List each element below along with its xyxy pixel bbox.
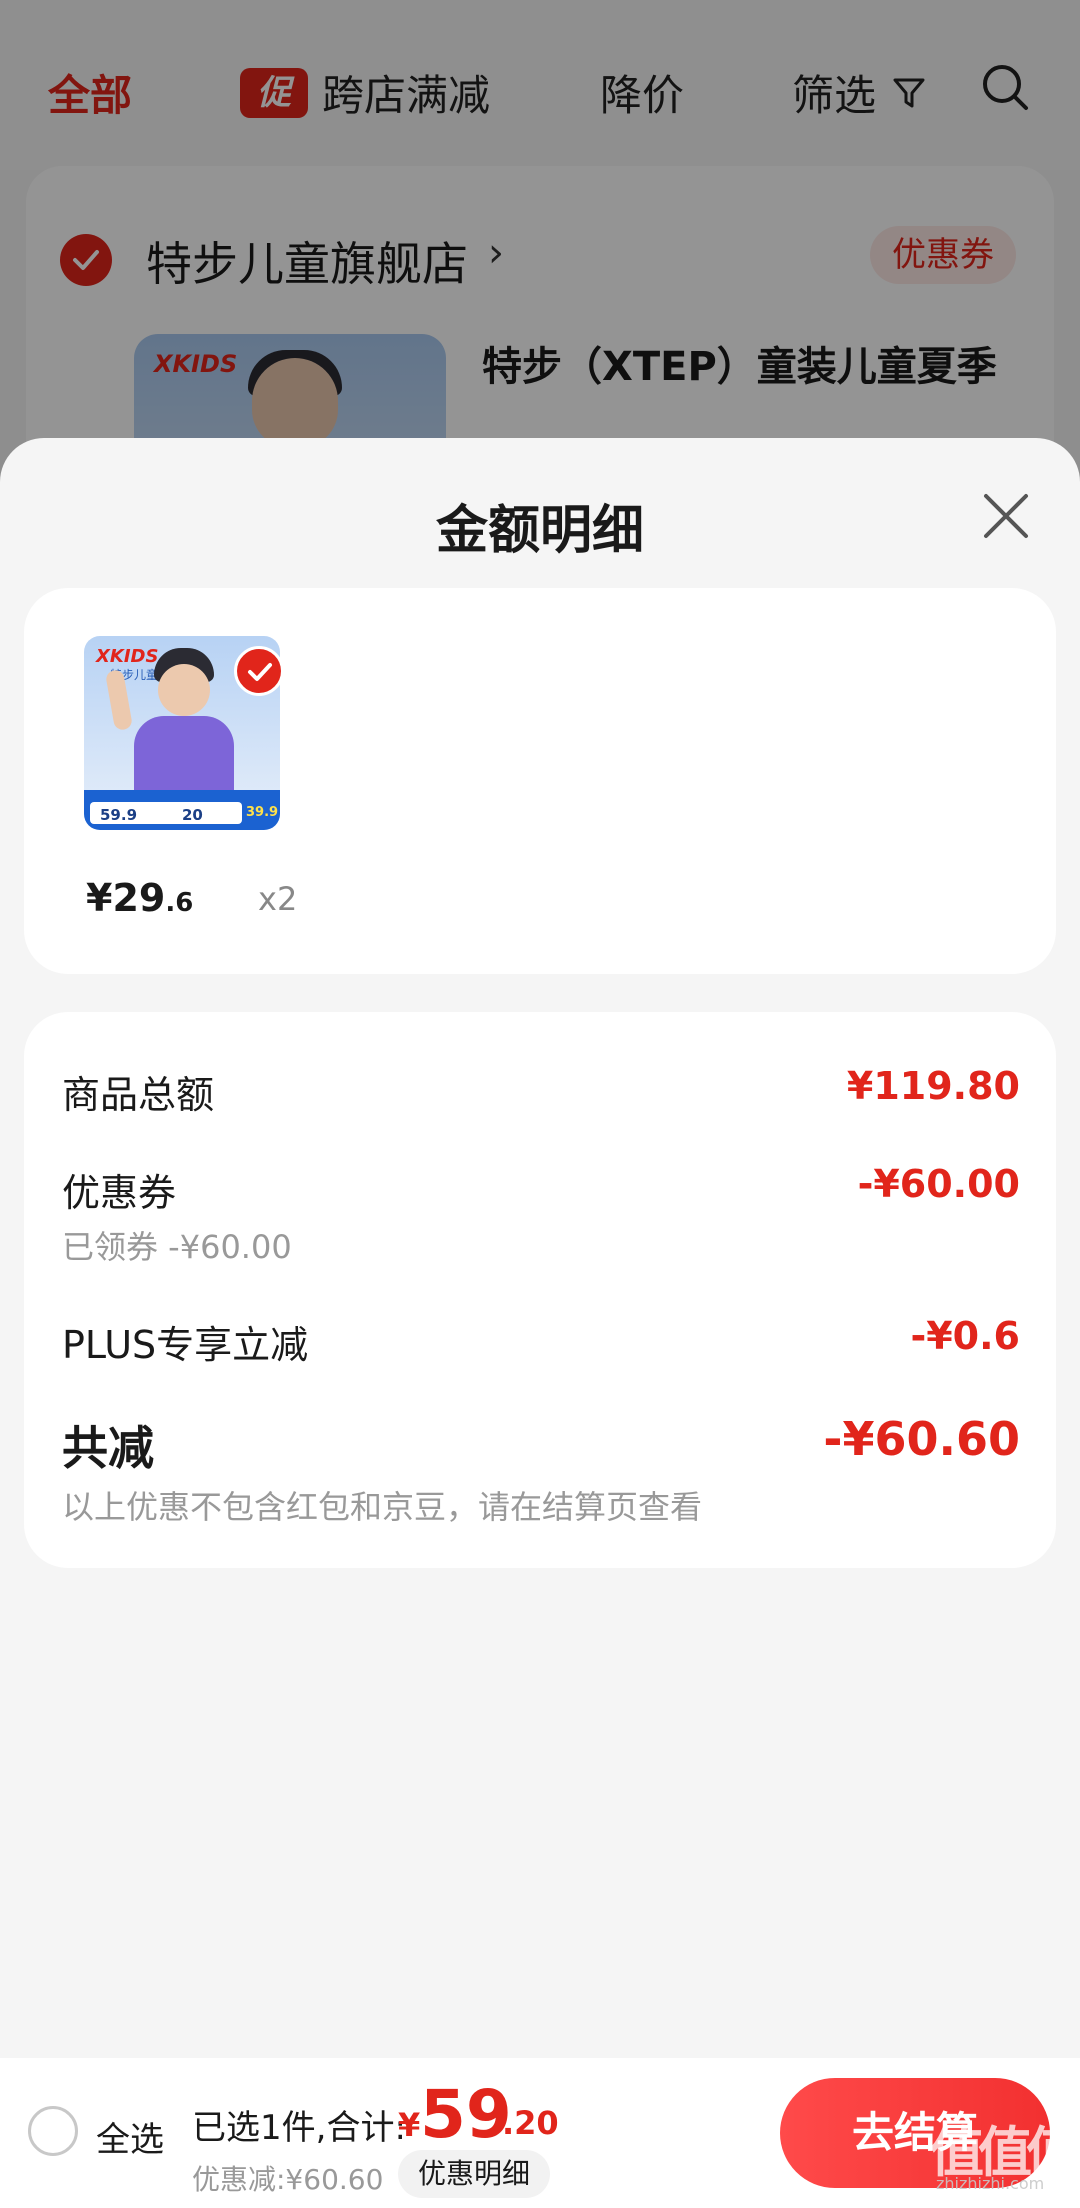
item-price: ¥29.6 (86, 876, 194, 920)
discount-detail-button[interactable]: 优惠明细 (398, 2150, 551, 2198)
discount-summary: 优惠减:¥60.60 (192, 2163, 384, 2196)
coupon-sub: 已领券 -¥60.00 (62, 1228, 292, 1266)
goods-total-value: ¥119.80 (846, 1064, 1020, 1108)
brand-logo: XKIDS (96, 646, 159, 667)
total-discount-label: 共减 (62, 1421, 154, 1475)
amount-detail-sheet: 金额明细 XKIDS 特步儿童 59.9 20 39.9 ¥29.6 x2 商品… (0, 438, 1080, 2208)
total-currency: ¥ (398, 2106, 421, 2144)
item-quantity: x2 (258, 880, 298, 918)
total-amount: 59 (420, 2076, 512, 2153)
watermark: 值值值 zhizhizhi.com (930, 2108, 1080, 2198)
bottom-checkout-bar: 全选 已选1件,合计: ¥ 59 .20 优惠减:¥60.60 优惠明细 去结算 (0, 2058, 1080, 2208)
thumb-price-1: 59.9 (100, 806, 138, 824)
total-amount-decimal: .20 (502, 2104, 559, 2142)
sheet-title: 金额明细 (435, 501, 644, 561)
thumb-price-3: 39.9 (246, 805, 279, 820)
thumb-price-2: 20 (182, 806, 203, 824)
coupon-value: -¥60.00 (857, 1162, 1020, 1206)
item-selected-check[interactable] (234, 646, 284, 696)
check-icon (248, 663, 272, 681)
discount-note: 以上优惠不包含红包和京豆，请在结算页查看 (62, 1488, 703, 1526)
price-breakdown-card: 商品总额 ¥119.80 优惠券 -¥60.00 已领券 -¥60.00 PLU… (24, 1012, 1056, 1568)
close-icon[interactable] (978, 488, 1034, 544)
select-all-radio[interactable] (28, 2106, 78, 2156)
plus-discount-label: PLUS专享立减 (62, 1323, 309, 1367)
select-all-label[interactable]: 全选 (96, 2112, 164, 2161)
coupon-label: 优惠券 (62, 1171, 177, 1215)
watermark-site: zhizhizhi.com (936, 2174, 1045, 2193)
total-discount-value: -¥60.60 (823, 1412, 1020, 1466)
items-card: XKIDS 特步儿童 59.9 20 39.9 ¥29.6 x2 (24, 588, 1056, 974)
plus-discount-value: -¥0.6 (910, 1314, 1020, 1358)
selected-count: 已选1件,合计: (192, 2108, 406, 2148)
goods-total-label: 商品总额 (62, 1073, 215, 1117)
